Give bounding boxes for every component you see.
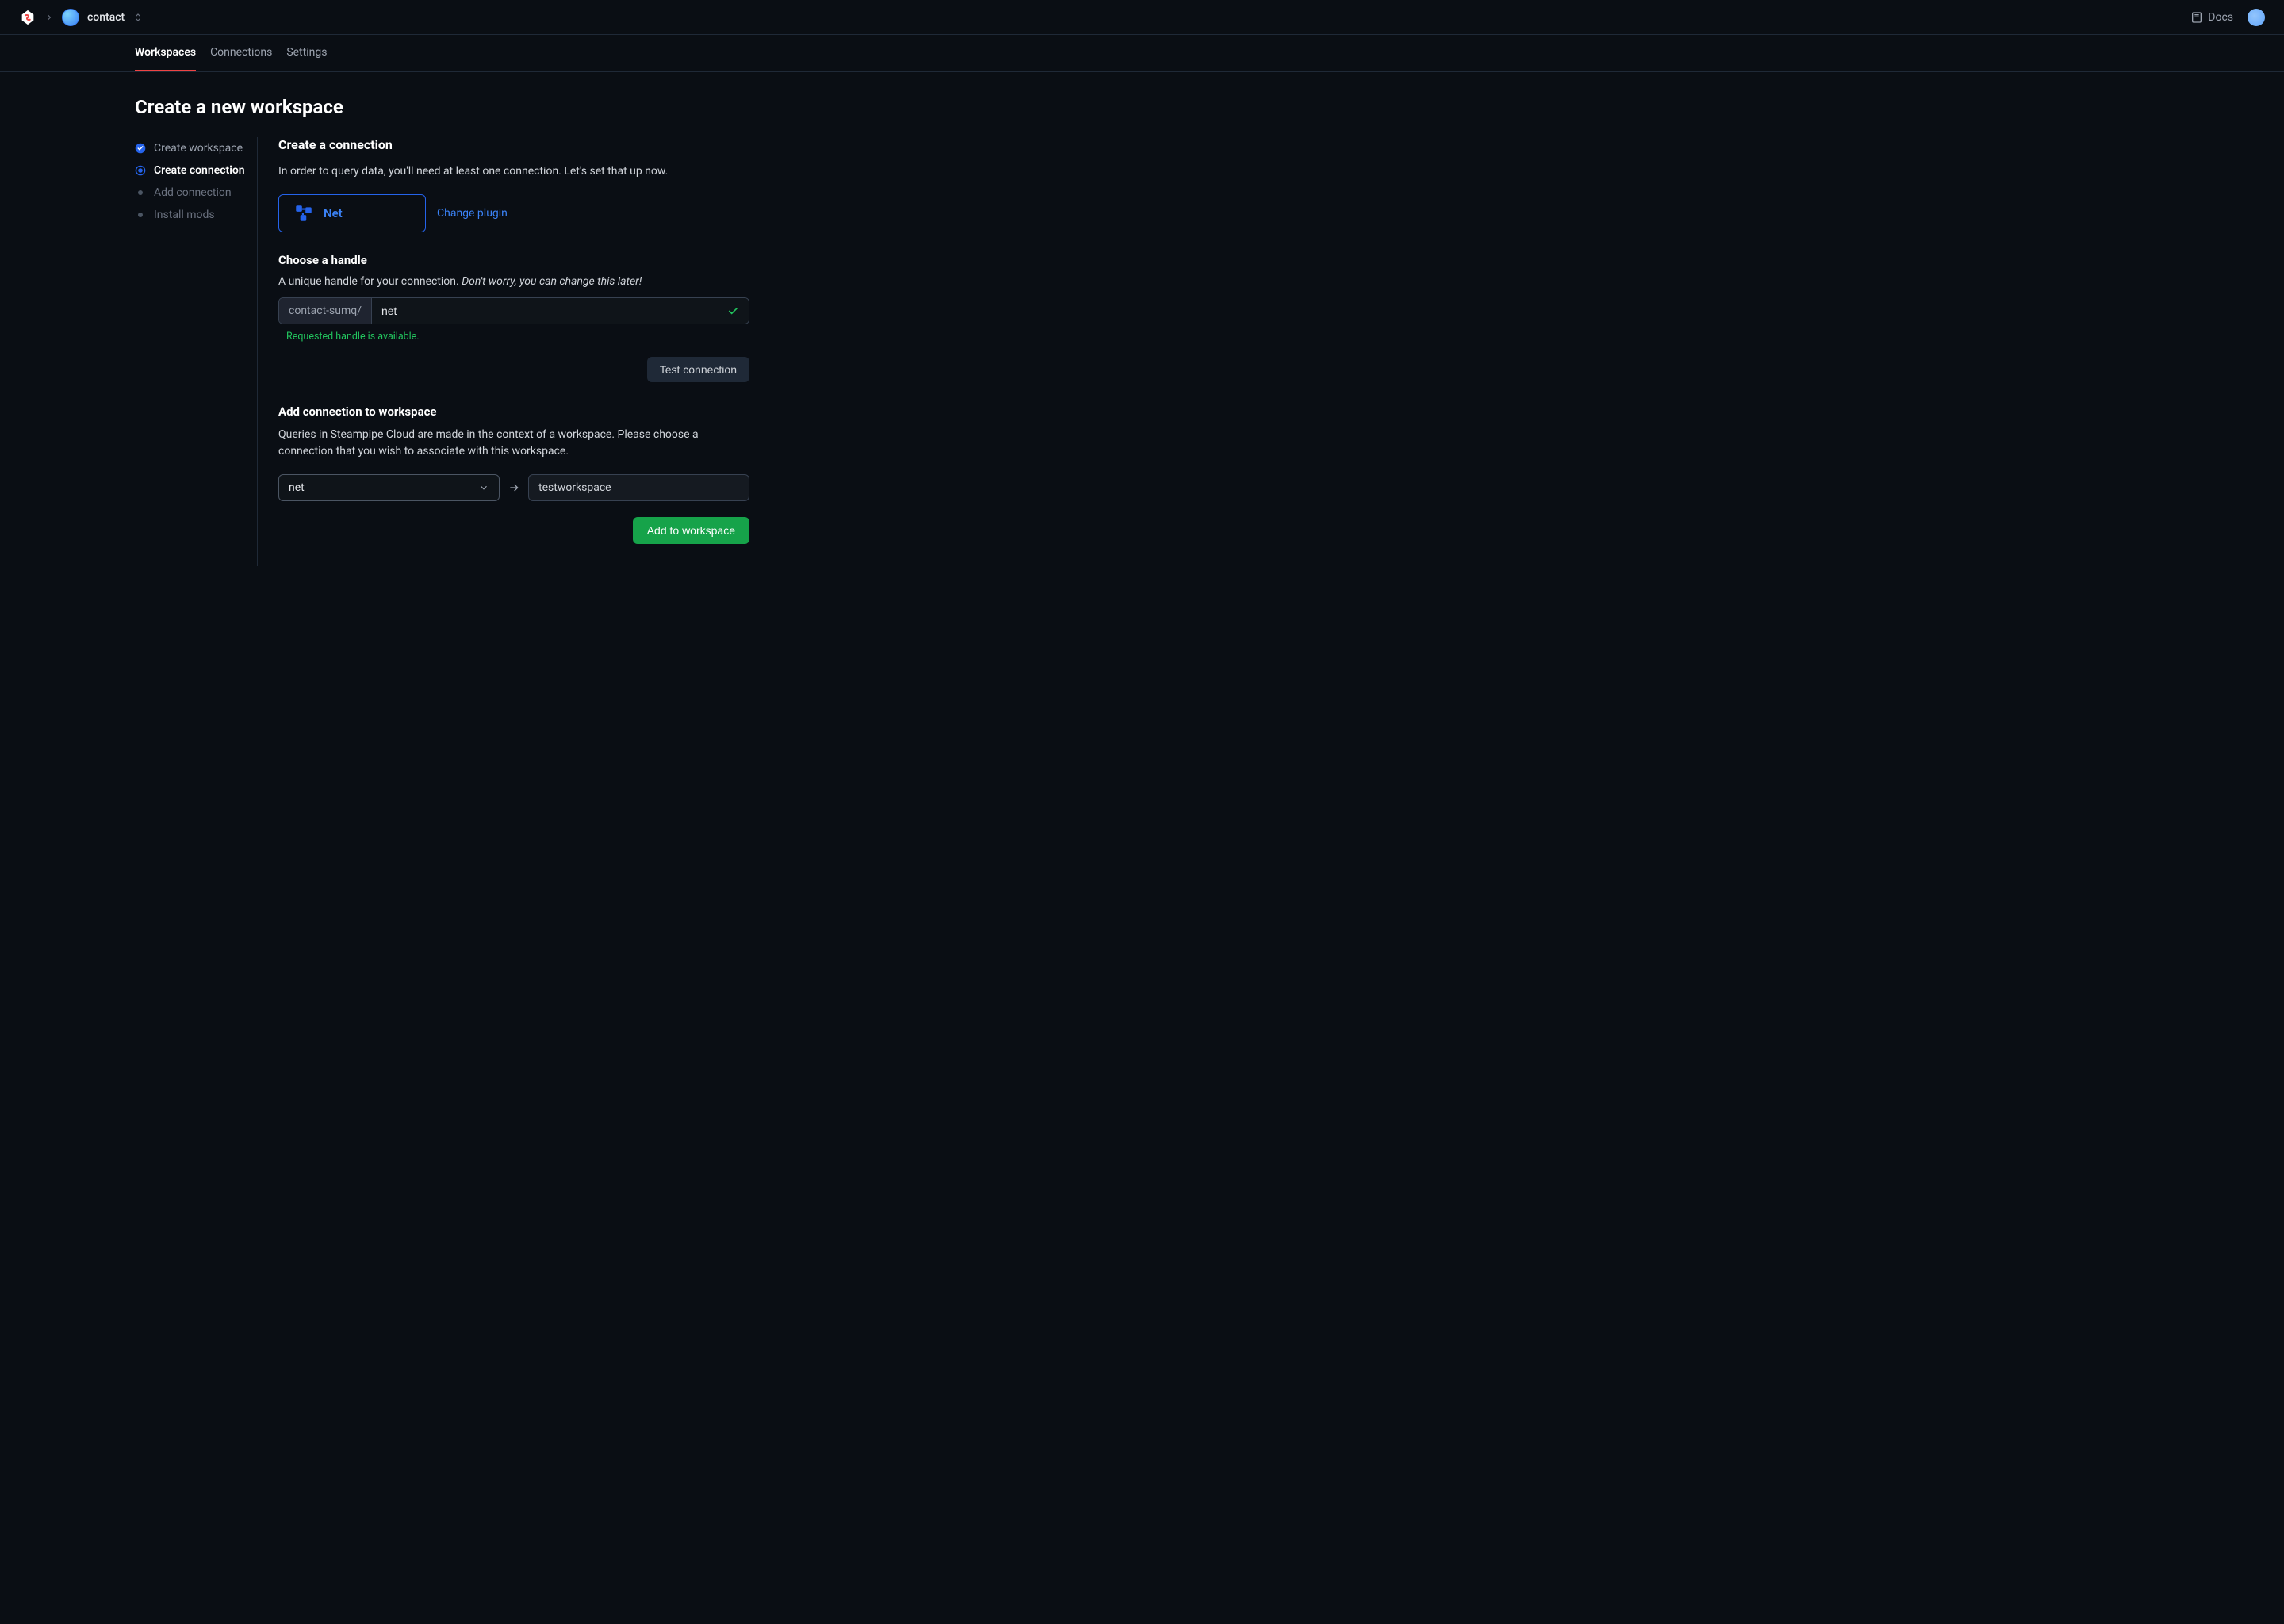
- handle-desc-italic: Don't worry, you can change this later!: [462, 275, 642, 288]
- add-workspace-row: Add to workspace: [278, 517, 749, 544]
- page-title: Create a new workspace: [135, 96, 853, 118]
- org-name[interactable]: contact: [87, 11, 125, 24]
- arrow-right-icon: [508, 481, 520, 494]
- tab-workspaces[interactable]: Workspaces: [135, 35, 196, 71]
- step-label: Create connection: [154, 164, 245, 177]
- top-right: Docs: [2190, 9, 2265, 26]
- create-connection-desc: In order to query data, you'll need at l…: [278, 163, 749, 180]
- top-bar: contact Docs: [0, 0, 2284, 35]
- create-connection-title: Create a connection: [278, 137, 749, 152]
- workspace-name-display: testworkspace: [528, 474, 749, 501]
- net-plugin-icon: [293, 203, 314, 224]
- layout: Create workspace Create connection Add c…: [135, 137, 853, 566]
- step-label: Create workspace: [154, 142, 243, 155]
- step-create-connection[interactable]: Create connection: [135, 159, 247, 182]
- nav-tabs: Workspaces Connections Settings: [0, 35, 2284, 72]
- tab-connections[interactable]: Connections: [210, 35, 272, 71]
- plugin-name: Net: [324, 206, 343, 220]
- handle-prefix: contact-sumq/: [279, 298, 372, 324]
- main-panel: Create a connection In order to query da…: [258, 137, 749, 566]
- chevron-down-icon: [478, 482, 489, 493]
- org-switcher-icon[interactable]: [132, 12, 144, 23]
- radio-active-icon: [135, 165, 146, 176]
- add-connection-title: Add connection to workspace: [278, 404, 749, 419]
- breadcrumb: contact: [19, 9, 144, 26]
- handle-valid-indicator: [717, 298, 749, 324]
- step-label: Add connection: [154, 186, 232, 199]
- tab-settings[interactable]: Settings: [286, 35, 327, 71]
- handle-desc: A unique handle for your connection. Don…: [278, 275, 749, 288]
- dot-icon: [138, 190, 143, 195]
- step-install-mods: Install mods: [135, 204, 247, 226]
- test-connection-row: Test connection: [278, 357, 749, 382]
- plugin-card[interactable]: Net: [278, 194, 426, 232]
- handle-desc-plain: A unique handle for your connection.: [278, 275, 462, 288]
- chevron-right-icon: [44, 13, 54, 22]
- handle-title: Choose a handle: [278, 253, 749, 267]
- check-circle-icon: [135, 143, 146, 154]
- add-to-workspace-button[interactable]: Add to workspace: [633, 517, 749, 544]
- user-avatar[interactable]: [2248, 9, 2265, 26]
- connection-select-value: net: [289, 481, 305, 494]
- plugin-row: Net Change plugin: [278, 194, 749, 232]
- docs-link[interactable]: Docs: [2190, 11, 2233, 24]
- dot-icon: [138, 213, 143, 217]
- handle-input[interactable]: [372, 298, 717, 324]
- step-add-connection: Add connection: [135, 182, 247, 204]
- content: Create a new workspace Create workspace …: [0, 72, 872, 590]
- org-avatar-icon[interactable]: [62, 9, 79, 26]
- handle-input-group: contact-sumq/: [278, 297, 749, 324]
- add-connection-desc: Queries in Steampipe Cloud are made in t…: [278, 427, 749, 460]
- docs-label: Docs: [2208, 11, 2233, 24]
- step-create-workspace[interactable]: Create workspace: [135, 137, 247, 159]
- handle-availability-msg: Requested handle is available.: [286, 331, 749, 343]
- step-label: Install mods: [154, 209, 215, 221]
- book-icon: [2190, 11, 2203, 24]
- association-row: net testworkspace: [278, 474, 749, 501]
- connection-select[interactable]: net: [278, 474, 500, 501]
- steps-sidebar: Create workspace Create connection Add c…: [135, 137, 258, 566]
- app-logo-icon[interactable]: [19, 9, 36, 26]
- change-plugin-link[interactable]: Change plugin: [437, 207, 508, 220]
- test-connection-button[interactable]: Test connection: [647, 357, 749, 382]
- check-icon: [726, 304, 739, 317]
